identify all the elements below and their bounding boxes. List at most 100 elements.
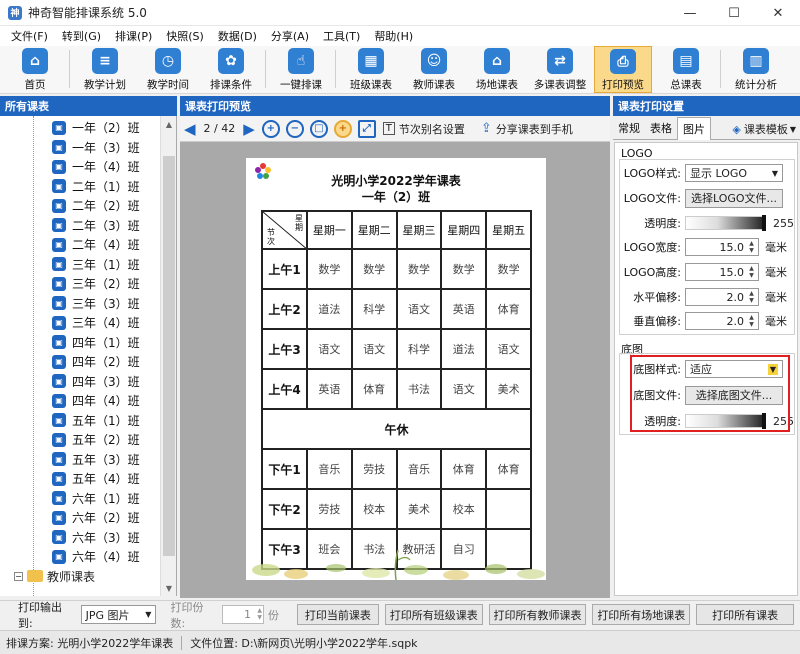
slider-knob[interactable] — [762, 215, 766, 231]
tree-item-class[interactable]: ▣ 五年（4）班 — [0, 469, 140, 489]
venue-schedule-button[interactable]: ⌂ 场地课表 — [468, 46, 526, 93]
tree-item-class[interactable]: ▣ 一年（2）班 — [0, 118, 140, 138]
tree-item-class[interactable]: ▣ 二年（3）班 — [0, 216, 140, 236]
teaching-time-button[interactable]: ◷ 教学时间 — [139, 46, 197, 93]
tree-item-class[interactable]: ▣ 六年（3）班 — [0, 528, 140, 548]
tree-item-class[interactable]: ▣ 一年（4）班 — [0, 157, 140, 177]
tree-scrollbar[interactable]: ▲ ▼ — [160, 116, 176, 596]
scroll-thumb[interactable] — [163, 156, 175, 556]
tree-item-class[interactable]: ▣ 五年（1）班 — [0, 411, 140, 431]
scroll-up-icon[interactable]: ▲ — [161, 116, 176, 132]
menu-share[interactable]: 分享(A) — [264, 28, 316, 44]
tree-item-class[interactable]: ▣ 四年（4）班 — [0, 391, 140, 411]
collapse-icon[interactable]: − — [14, 571, 23, 581]
day-header: 星期三 — [395, 210, 443, 250]
tree-folder-teachers[interactable]: − 教师课表 — [14, 567, 95, 587]
h-offset-input[interactable]: 2.0 ▲ ▼ — [685, 288, 759, 306]
home-button[interactable]: ⌂ 首页 — [6, 46, 64, 93]
tree-item-class[interactable]: ▣ 四年（3）班 — [0, 372, 140, 392]
tree-item-class[interactable]: ▣ 三年（3）班 — [0, 294, 140, 314]
prev-page-icon[interactable]: ◀ — [184, 120, 196, 138]
tab-image[interactable]: 图片 — [677, 117, 711, 140]
v-offset-input[interactable]: 2.0 ▲ ▼ — [685, 312, 759, 330]
tree-item-class[interactable]: ▣ 六年（2）班 — [0, 508, 140, 528]
spinner-icon[interactable]: ▲ ▼ — [257, 607, 262, 621]
logo-height-input[interactable]: 15.0 ▲ ▼ — [685, 263, 759, 281]
fullscreen-icon[interactable]: ⤢ — [357, 119, 376, 138]
menu-schedule[interactable]: 排课(P) — [108, 28, 159, 44]
tree-item-class[interactable]: ▣ 二年（1）班 — [0, 177, 140, 197]
logo-opacity-slider[interactable] — [685, 215, 766, 231]
table-row: 上午1 数学 数学 数学 数学 数学 — [261, 248, 532, 290]
print-current-button[interactable]: 打印当前课表 — [297, 604, 379, 625]
print-all-classes-button[interactable]: 打印所有班级课表 — [384, 604, 483, 625]
zoom-out-icon[interactable]: − — [285, 119, 304, 138]
logo-opacity-row: 透明度: 255 — [644, 215, 794, 231]
menu-help[interactable]: 帮助(H) — [367, 28, 420, 44]
print-all-venues-button[interactable]: 打印所有场地课表 — [592, 604, 691, 625]
auto-schedule-button[interactable]: ☝ 一键排课 — [272, 46, 330, 93]
print-all-teachers-button[interactable]: 打印所有教师课表 — [488, 604, 587, 625]
tree-item-class[interactable]: ▣ 三年（1）班 — [0, 255, 140, 275]
menu-goto[interactable]: 转到(G) — [55, 28, 108, 44]
maximize-icon[interactable]: ☐ — [712, 0, 756, 26]
template-button[interactable]: ◈ 课表模板 ▼ — [732, 121, 796, 137]
conditions-button[interactable]: ✿ 排课条件 — [202, 46, 260, 93]
print-all-button[interactable]: 打印所有课表 — [696, 604, 795, 625]
spinner-icon[interactable]: ▲ ▼ — [746, 239, 757, 255]
lunch-cell: 午休 — [261, 408, 532, 450]
zoom-in-icon[interactable]: + — [261, 119, 280, 138]
alias-settings-button[interactable]: T 节次别名设置 — [382, 121, 465, 137]
tree-item-class[interactable]: ▣ 二年（2）班 — [0, 196, 140, 216]
total-schedule-button[interactable]: ▤ 总课表 — [657, 46, 715, 93]
copies-input[interactable]: 1 ▲ ▼ — [222, 605, 264, 624]
tab-table[interactable]: 表格 — [645, 117, 677, 139]
print-actions-bar: 打印输出到: JPG 图片 ▼ 打印份数: 1 ▲ ▼ 份 打印当前课表 打印所有班级… — [0, 600, 800, 630]
layers-icon: ◈ — [732, 122, 741, 136]
menu-snapshot[interactable]: 快照(S) — [159, 28, 211, 44]
class-icon: ▣ — [52, 471, 66, 486]
course-cell: 音乐 — [306, 448, 353, 490]
logo-style-select[interactable]: 显示 LOGO ▼ — [685, 164, 783, 182]
print-preview-button[interactable]: ⎙ 打印预览 — [594, 46, 652, 93]
chevron-down-icon: ▼ — [145, 610, 152, 619]
tree-item-class[interactable]: ▣ 五年（2）班 — [0, 430, 140, 450]
tree-item-class[interactable]: ▣ 四年（1）班 — [0, 333, 140, 353]
output-format-select[interactable]: JPG 图片 ▼ — [80, 605, 157, 624]
class-schedule-button[interactable]: ▦ 班级课表 — [342, 46, 400, 93]
tree-item-class[interactable]: ▣ 五年（3）班 — [0, 450, 140, 470]
teacher-schedule-button[interactable]: ☺ 教师课表 — [405, 46, 463, 93]
menu-data[interactable]: 数据(D) — [211, 28, 264, 44]
minimize-icon[interactable]: — — [668, 0, 712, 26]
spinner-icon[interactable]: ▲ ▼ — [746, 289, 757, 305]
tree-item-class[interactable]: ▣ 二年（4）班 — [0, 235, 140, 255]
tree-item-class[interactable]: ▣ 三年（2）班 — [0, 274, 140, 294]
teaching-plan-button[interactable]: ≡ 教学计划 — [76, 46, 134, 93]
tree-item-class[interactable]: ▣ 一年（3）班 — [0, 138, 140, 158]
next-page-icon[interactable]: ▶ — [243, 120, 255, 138]
tree-item-class[interactable]: ▣ 六年（1）班 — [0, 489, 140, 509]
statistics-button[interactable]: ▥ 统计分析 — [727, 46, 785, 93]
course-cell: 数学 — [395, 248, 443, 290]
menu-file[interactable]: 文件(F) — [4, 28, 55, 44]
tab-general[interactable]: 常规 — [613, 117, 645, 139]
menu-tools[interactable]: 工具(T) — [316, 28, 367, 44]
all-schedules-header: 所有课表 — [0, 96, 177, 116]
scroll-down-icon[interactable]: ▼ — [161, 580, 176, 596]
share-to-phone-button[interactable]: ⇪ 分享课表到手机 — [481, 121, 573, 137]
spinner-icon[interactable]: ▲ ▼ — [746, 313, 757, 329]
tree-item-class[interactable]: ▣ 六年（4）班 — [0, 547, 140, 567]
logo-width-input[interactable]: 15.0 ▲ ▼ — [685, 238, 759, 256]
tree-item-class[interactable]: ▣ 三年（4）班 — [0, 313, 140, 333]
course-cell: 数学 — [440, 248, 488, 290]
choose-logo-file-button[interactable]: 选择LOGO文件... — [685, 188, 783, 208]
close-icon[interactable]: ✕ — [756, 0, 800, 26]
tree-item-class[interactable]: ▣ 四年（2）班 — [0, 352, 140, 372]
class-schedule-icon: ▦ — [358, 48, 384, 74]
spinner-icon[interactable]: ▲ ▼ — [746, 264, 757, 280]
share-icon: ⇪ — [480, 121, 492, 136]
zoom-fit-icon[interactable]: □ — [309, 119, 328, 138]
zoom-actual-icon[interactable]: + — [333, 119, 352, 138]
multi-adjust-button[interactable]: ⇄ 多课表调整 — [531, 46, 589, 93]
course-cell: 道法 — [306, 288, 353, 330]
